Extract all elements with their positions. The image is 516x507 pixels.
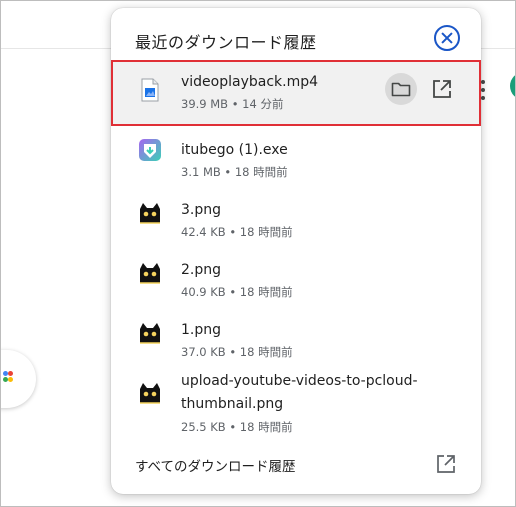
download-item-videoplayback[interactable]: videoplayback.mp4 39.9 MB • 14 分前 <box>111 60 481 126</box>
download-item-name: 2.png <box>181 262 222 278</box>
download-item-name: itubego (1).exe <box>181 142 288 158</box>
itubego-app-icon <box>137 137 163 163</box>
downloads-bubble: 最近のダウンロード履歴 videoplayback.mp4 39.9 MB • … <box>111 8 481 494</box>
download-item-name: videoplayback.mp4 <box>181 74 319 90</box>
background-avatar[interactable] <box>510 72 516 100</box>
download-item-meta: 37.0 KB • 18 時間前 <box>181 345 293 359</box>
download-item-name: 3.png <box>181 202 222 218</box>
black-cat-icon <box>137 260 163 286</box>
open-external-icon[interactable] <box>429 76 455 102</box>
close-icon[interactable] <box>434 25 460 51</box>
folder-icon[interactable] <box>385 73 417 105</box>
download-item-itubego[interactable]: itubego (1).exe 3.1 MB • 18 時間前 <box>111 126 481 184</box>
open-external-icon[interactable] <box>434 452 458 476</box>
download-item-meta: 42.4 KB • 18 時間前 <box>181 225 293 239</box>
download-item-meta: 3.1 MB • 18 時間前 <box>181 165 288 179</box>
download-item-meta: 40.9 KB • 18 時間前 <box>181 285 293 299</box>
lens-dot <box>8 371 13 376</box>
black-cat-icon <box>137 320 163 346</box>
download-item-meta: 39.9 MB • 14 分前 <box>181 97 284 111</box>
download-item-2png[interactable]: 2.png 40.9 KB • 18 時間前 <box>111 246 481 304</box>
download-item-name-line2: thumbnail.png <box>181 396 284 412</box>
video-file-icon <box>137 77 163 103</box>
download-item-1png[interactable]: 1.png 37.0 KB • 18 時間前 <box>111 306 481 364</box>
black-cat-icon <box>137 200 163 226</box>
black-cat-icon <box>137 380 163 406</box>
all-downloads-link[interactable]: すべてのダウンロード履歴 <box>135 455 296 475</box>
download-item-name-line1: upload-youtube-videos-to-pcloud- <box>181 373 418 389</box>
download-item-name: 1.png <box>181 322 222 338</box>
background-more-menu-icon[interactable] <box>481 80 486 102</box>
download-item-meta: 25.5 KB • 18 時間前 <box>181 420 293 434</box>
lens-dot <box>8 377 13 382</box>
download-item-upload-youtube-thumbnail[interactable]: upload-youtube-videos-to-pcloud- thumbna… <box>111 366 481 440</box>
background-google-lens-button[interactable] <box>0 350 36 408</box>
download-item-3png[interactable]: 3.png 42.4 KB • 18 時間前 <box>111 186 481 244</box>
downloads-title: 最近のダウンロード履歴 <box>135 33 317 52</box>
